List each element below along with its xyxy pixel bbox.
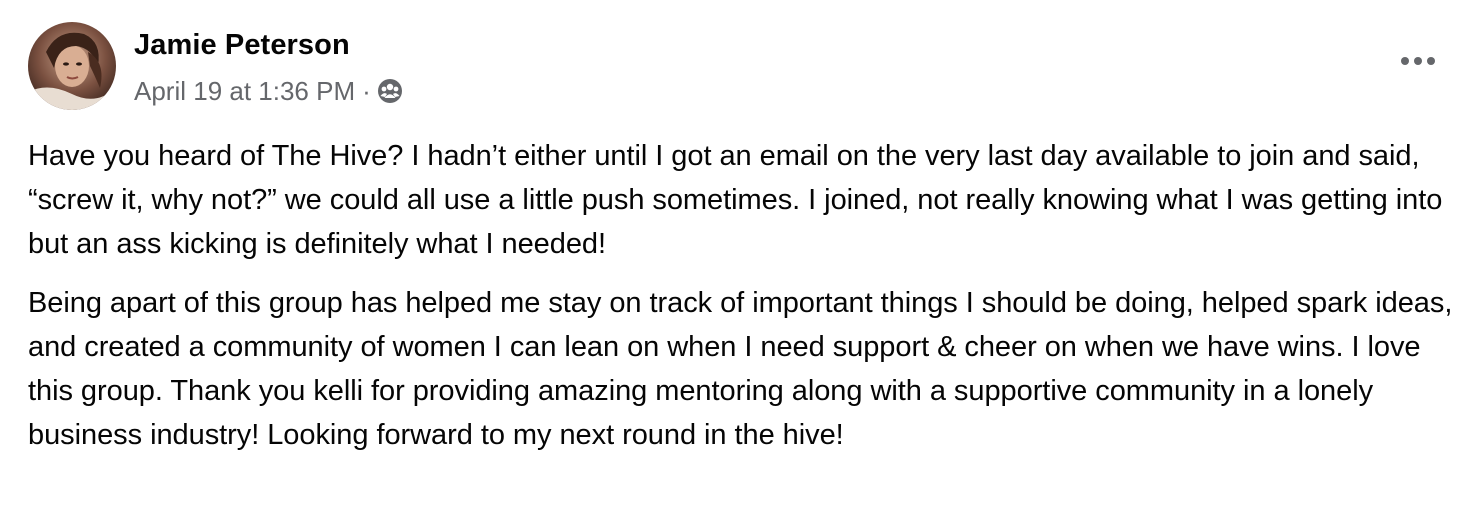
profile-photo-image (28, 22, 116, 110)
separator-dot: · (362, 76, 371, 106)
post-paragraph-1: Have you heard of The Hive? I hadn’t eit… (28, 140, 1443, 260)
avatar[interactable] (28, 22, 116, 110)
post-header: Jamie Peterson April 19 at 1:36 PM · (28, 22, 403, 110)
post-paragraph-2: Being apart of this group has helped me … (28, 287, 1453, 451)
more-options-button[interactable] (1398, 46, 1438, 76)
post-subline: April 19 at 1:36 PM · (134, 75, 403, 107)
author-name[interactable]: Jamie Peterson (134, 26, 403, 64)
post-body: Have you heard of The Hive? I hadn’t eit… (28, 134, 1458, 457)
more-options-icon (1401, 57, 1435, 65)
post-timestamp[interactable]: April 19 at 1:36 PM (134, 75, 355, 107)
post-meta: Jamie Peterson April 19 at 1:36 PM · (134, 22, 403, 107)
group-audience-icon[interactable] (377, 78, 403, 104)
post-card: Jamie Peterson April 19 at 1:36 PM · Hav… (0, 0, 1478, 516)
